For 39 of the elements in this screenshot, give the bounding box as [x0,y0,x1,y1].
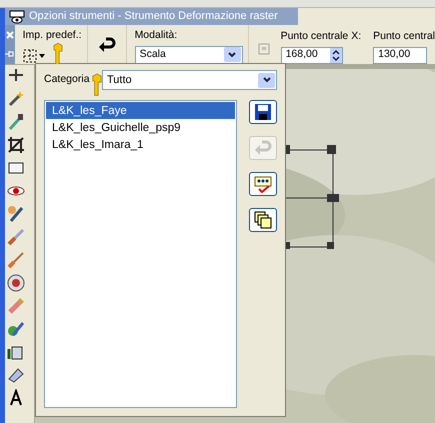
return-arrow-icon [254,139,272,157]
hand-cursor-icon [52,42,64,64]
copy-pages-icon [254,211,272,229]
eyedropper-icon[interactable] [7,113,25,131]
selection-grid-icon [22,48,37,63]
text-tool-icon[interactable] [7,389,25,407]
mode-dropdown[interactable]: Scala [134,46,243,64]
preset-item[interactable]: L&K_les_Faye [46,102,235,119]
center-y-label: Punto central [373,29,435,44]
copy-button[interactable] [249,208,277,232]
center-x-field[interactable]: 168,00 [280,46,343,64]
clone-brush-icon[interactable] [7,205,25,223]
tool-options-icon [9,10,25,24]
color-replace-icon[interactable] [7,320,25,338]
center-x-label: Punto centrale X: [280,29,362,44]
center-y-field[interactable]: 130,00 [373,46,428,64]
target-icon[interactable] [7,274,25,292]
preset-item[interactable]: L&K_les_Imara_1 [46,136,235,153]
paintbrush-icon[interactable] [7,251,25,269]
caret-icon [38,54,45,58]
pin-icon[interactable] [5,50,14,58]
brush-icon[interactable] [7,228,25,246]
presets-label: Imp. predef.: [22,28,82,43]
chevron-down-icon [228,52,236,58]
dialog-check-icon [254,175,272,193]
category-dropdown[interactable]: Tutto [102,70,277,90]
magic-wand-icon[interactable] [7,90,25,108]
category-label: Categoria [44,72,91,88]
chevron-down-icon [262,77,270,83]
crop-icon[interactable] [7,136,25,154]
save-button[interactable] [249,100,277,124]
edit-button[interactable] [249,172,277,196]
preset-item[interactable]: L&K_les_Guichelle_psp9 [46,119,235,136]
mode-label: Modalità: [134,28,178,43]
window-title: Opzioni strumenti - Strumento Deformazione raster [29,9,278,24]
swap-icon[interactable] [98,36,116,52]
eraser-icon[interactable] [7,366,25,384]
spin-arrows-icon[interactable] [332,50,340,61]
close-icon[interactable] [6,30,14,39]
